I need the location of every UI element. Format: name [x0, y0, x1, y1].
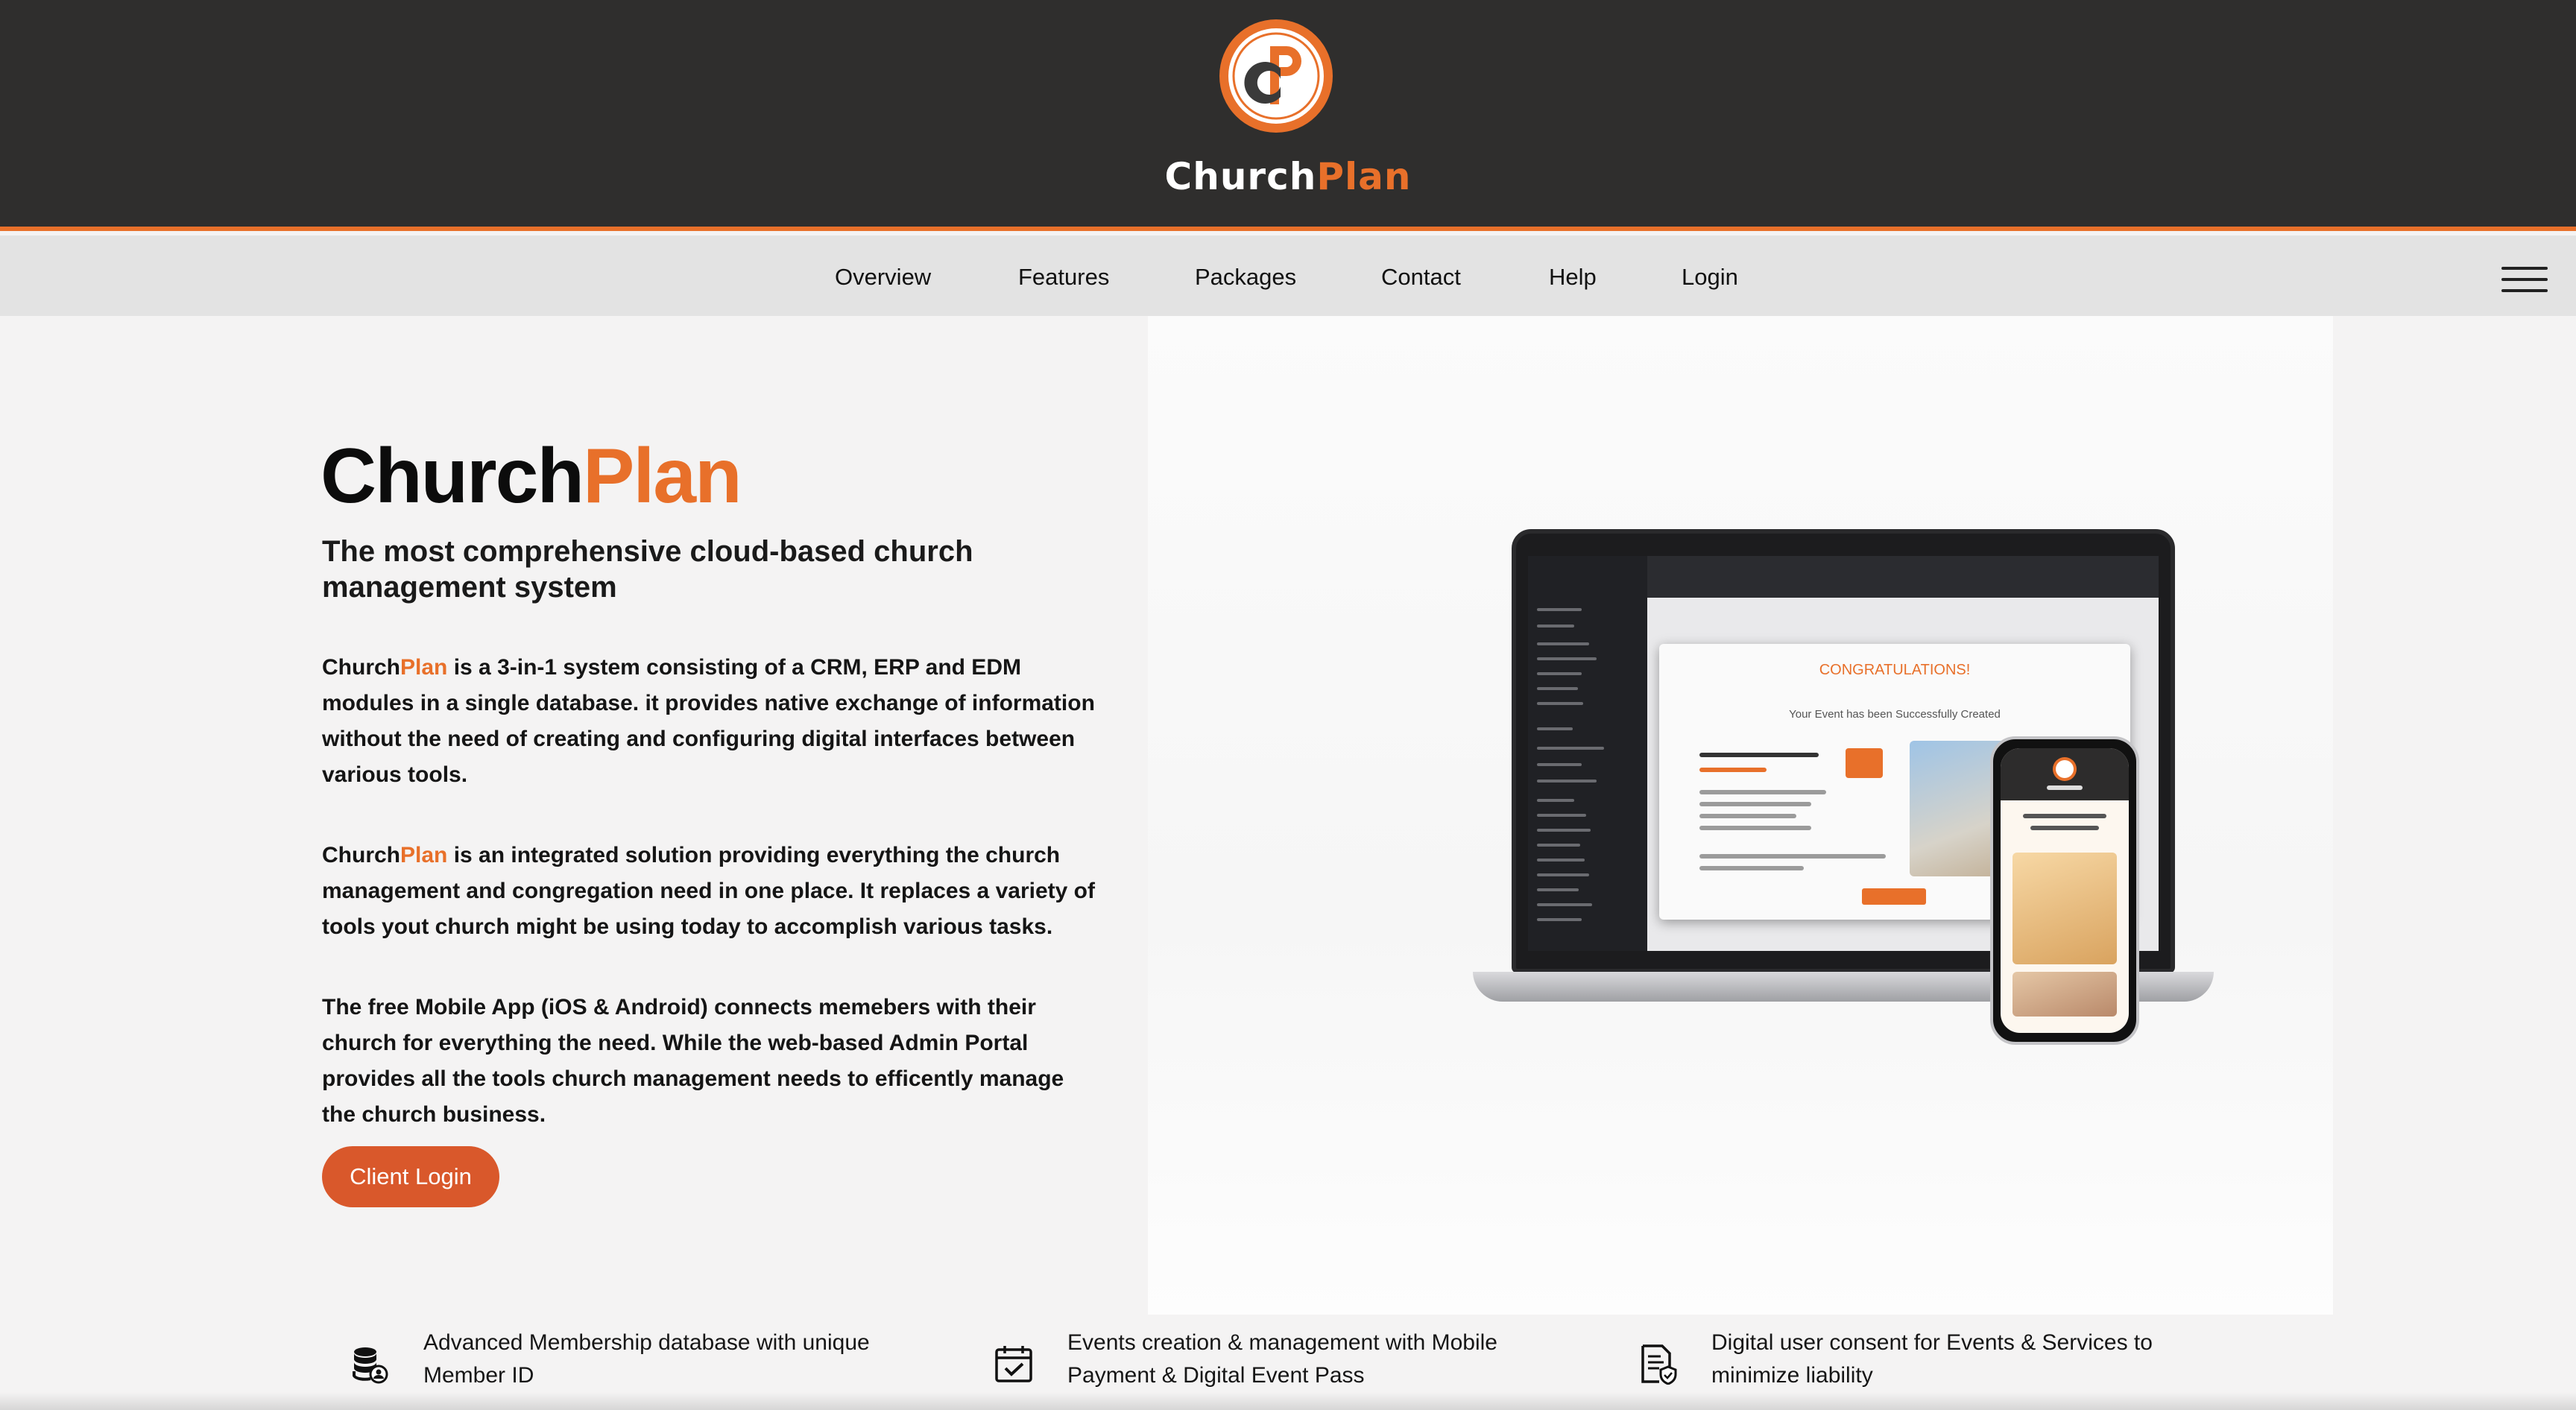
phone-content-card-2 [2012, 972, 2117, 1017]
nav-features[interactable]: Features [1018, 264, 1109, 291]
modal-text: Your Event has been Successfully Created [1789, 708, 2001, 721]
feature-text: Digital user consent for Events & Servic… [1711, 1330, 2153, 1388]
document-shield-icon [1637, 1343, 1679, 1385]
brand-name-part2: Plan [1316, 155, 1412, 198]
hero-title-part1: Church [321, 433, 584, 519]
churchplan-logo-icon[interactable] [1216, 16, 1336, 136]
feature-text: Events creation & management with Mobile… [1067, 1330, 1497, 1388]
hamburger-icon[interactable] [2501, 267, 2548, 292]
hero-subtitle: The most comprehensive cloud-based churc… [322, 535, 973, 604]
phone-screen [2001, 748, 2129, 1033]
para1-brand-part1: Church [322, 655, 400, 680]
modal-title: CONGRATULATIONS! [1819, 662, 1971, 678]
main-navigation: Overview Features Packages Contact Help … [0, 235, 2576, 316]
site-header: ChurchPlan [0, 0, 2576, 231]
intro-paragraph-3: The free Mobile App (iOS & Android) conn… [322, 995, 1064, 1127]
nav-packages[interactable]: Packages [1195, 264, 1296, 291]
intro-paragraph-1: ChurchPlan is a 3-in-1 system consisting… [322, 650, 1097, 793]
phone-logo-icon [2047, 757, 2083, 790]
admin-sidebar [1528, 556, 1647, 951]
bottom-shadow [0, 1392, 2576, 1410]
nav-help[interactable]: Help [1549, 264, 1597, 291]
nav-overview[interactable]: Overview [835, 264, 931, 291]
para2-brand-part2: Plan [400, 843, 448, 867]
phone-app-header [2001, 748, 2129, 800]
calendar-check-icon [993, 1343, 1035, 1385]
hero-title: ChurchPlan [321, 432, 742, 521]
database-user-icon [349, 1343, 391, 1385]
feature-text: Advanced Membership database with unique… [423, 1330, 870, 1388]
modal-ok-button [1862, 888, 1926, 905]
hero-title-part2: Plan [583, 433, 742, 519]
client-login-button[interactable]: Client Login [322, 1146, 499, 1207]
para1-brand-part2: Plan [400, 655, 448, 680]
intro-paragraph-2: ChurchPlan is an integrated solution pro… [322, 838, 1097, 945]
phone-mockup [1990, 736, 2139, 1045]
brand-wordmark[interactable]: ChurchPlan [1073, 155, 1503, 198]
nav-login[interactable]: Login [1682, 264, 1738, 291]
badge-icon [1846, 748, 1883, 778]
brand-name-part1: Church [1164, 155, 1317, 198]
nav-contact[interactable]: Contact [1381, 264, 1461, 291]
para2-brand-part1: Church [322, 843, 400, 867]
phone-content-card [2012, 853, 2117, 964]
